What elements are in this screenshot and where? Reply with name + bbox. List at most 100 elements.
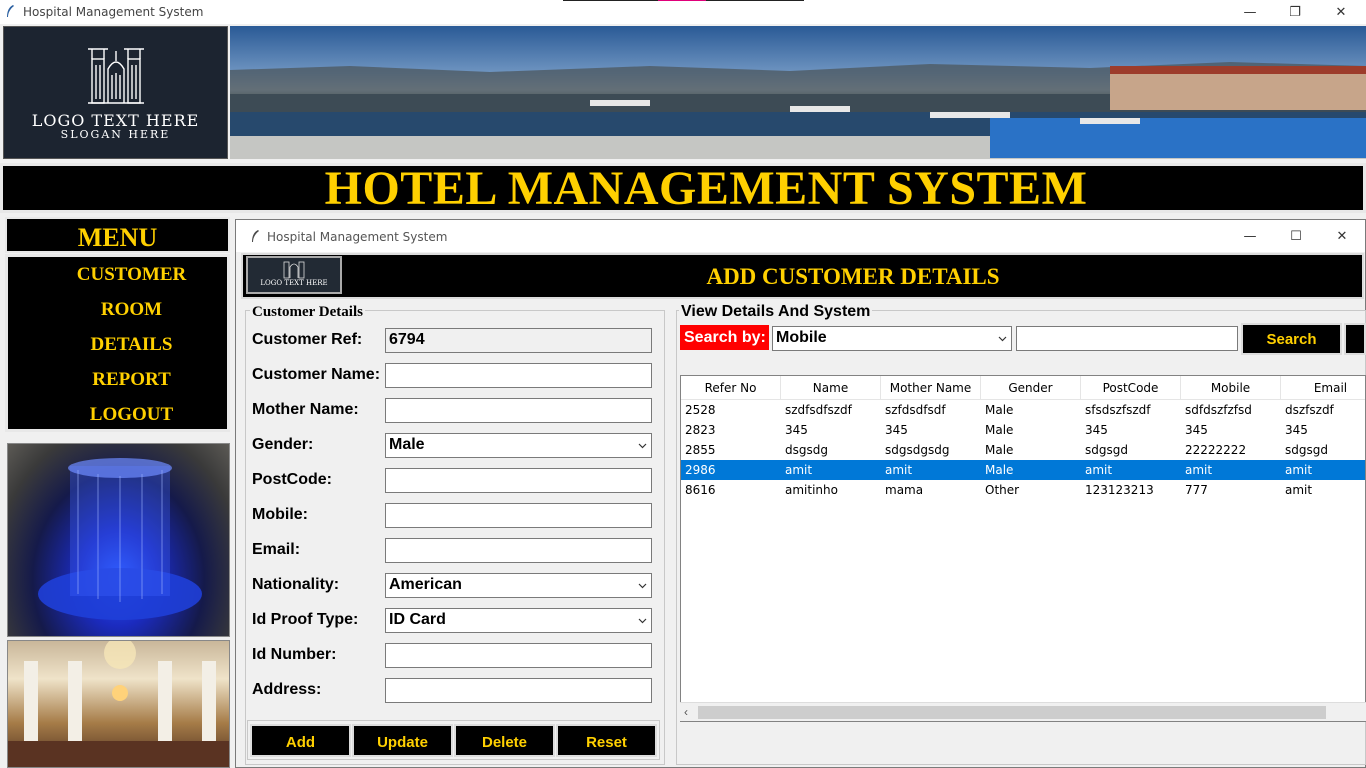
menu-details-button[interactable]: DETAILS bbox=[8, 334, 227, 356]
delete-button[interactable]: Delete bbox=[454, 724, 555, 757]
menu-customer-button[interactable]: CUSTOMER bbox=[8, 264, 227, 286]
table-cell: sfsdszfszdf bbox=[1085, 403, 1151, 417]
table-cell: amit bbox=[1285, 463, 1313, 477]
table-row[interactable]: 2823 345 345 Male 345 345 345 bbox=[681, 420, 1365, 440]
table-cell: 345 bbox=[1185, 423, 1208, 437]
add-button[interactable]: Add bbox=[250, 724, 351, 757]
table-cell: sdgsgd bbox=[1285, 443, 1328, 457]
reset-button[interactable]: Reset bbox=[556, 724, 657, 757]
fountain-image bbox=[7, 443, 230, 637]
menu-room-button[interactable]: ROOM bbox=[8, 299, 227, 321]
search-input[interactable] bbox=[1016, 326, 1238, 351]
inner-maximize-button[interactable]: ☐ bbox=[1273, 224, 1319, 248]
table-header: Refer No Name Mother Name Gender PostCod… bbox=[681, 376, 1365, 400]
logo-slogan: SLOGAN HERE bbox=[60, 128, 171, 141]
email-field[interactable] bbox=[385, 538, 652, 563]
address-field[interactable] bbox=[385, 678, 652, 703]
building-logo-icon bbox=[88, 48, 144, 104]
table-cell: 22222222 bbox=[1185, 443, 1247, 457]
table-cell: szdfsdfszdf bbox=[785, 403, 852, 417]
search-button[interactable]: Search bbox=[1241, 323, 1342, 355]
window-title: Hospital Management System bbox=[23, 5, 204, 19]
email-label: Email: bbox=[252, 541, 301, 558]
address-label: Address: bbox=[252, 681, 322, 698]
mobile-field[interactable] bbox=[385, 503, 652, 528]
table-cell: amitinho bbox=[785, 483, 838, 497]
table-cell: sdfdszfzfsd bbox=[1185, 403, 1252, 417]
mother-name-field[interactable] bbox=[385, 398, 652, 423]
customer-name-label: Customer Name: bbox=[252, 366, 381, 383]
column-header-postcode[interactable]: PostCode bbox=[1081, 376, 1181, 400]
column-header-refer-no[interactable]: Refer No bbox=[681, 376, 781, 400]
update-button[interactable]: Update bbox=[352, 724, 453, 757]
scrollbar-thumb[interactable] bbox=[698, 706, 1326, 719]
id-proof-type-select[interactable]: ID Card bbox=[385, 608, 652, 633]
feather-app-icon bbox=[252, 230, 259, 242]
logo: LOGO TEXT HERE SLOGAN HERE bbox=[3, 26, 228, 159]
banner-scenery bbox=[230, 62, 1366, 159]
id-number-field[interactable] bbox=[385, 643, 652, 668]
table-cell: amit bbox=[1285, 483, 1313, 497]
postcode-label: PostCode: bbox=[252, 471, 332, 488]
customer-heading: ADD CUSTOMER DETAILS bbox=[706, 264, 1000, 289]
inner-minimize-button[interactable]: — bbox=[1227, 224, 1273, 248]
table-row-selected[interactable]: 2986 amit amit Male amit amit amit bbox=[681, 460, 1365, 480]
nationality-select[interactable]: American bbox=[385, 573, 652, 598]
table-cell: amit bbox=[885, 463, 913, 477]
postcode-field[interactable] bbox=[385, 468, 652, 493]
customer-details-legend: Customer Details bbox=[250, 304, 365, 321]
column-header-mother-name[interactable]: Mother Name bbox=[881, 376, 981, 400]
table-row[interactable]: 2528 szdfsdfszdf szfdsdfsdf Male sfsdszf… bbox=[681, 400, 1365, 420]
view-details-legend: View Details And System bbox=[679, 303, 873, 321]
table-cell: sdgsdgsdg bbox=[885, 443, 950, 457]
customer-window-titlebar: Hospital Management System — ☐ ✕ bbox=[236, 220, 1365, 252]
table-cell: Male bbox=[985, 423, 1014, 437]
table-cell: szfdsdfsdf bbox=[885, 403, 946, 417]
customer-ref-field[interactable]: 6794 bbox=[385, 328, 652, 353]
table-cell: 345 bbox=[1285, 423, 1308, 437]
customer-header: LOGO TEXT HERE ADD CUSTOMER DETAILS bbox=[241, 253, 1364, 299]
column-header-gender[interactable]: Gender bbox=[981, 376, 1081, 400]
menu-report-button[interactable]: REPORT bbox=[8, 369, 227, 391]
menu-panel: CUSTOMER ROOM DETAILS REPORT LOGOUT bbox=[5, 254, 230, 432]
small-logo-text: LOGO TEXT HERE bbox=[260, 279, 328, 287]
id-proof-type-label: Id Proof Type: bbox=[252, 611, 359, 628]
gender-label: Gender: bbox=[252, 436, 314, 453]
restore-button[interactable]: ❐ bbox=[1272, 0, 1318, 24]
search-by-select-value: Mobile bbox=[776, 329, 827, 346]
horizontal-scrollbar[interactable]: ‹ bbox=[680, 702, 1366, 721]
search-by-select[interactable]: Mobile bbox=[772, 326, 1012, 351]
nationality-select-value: American bbox=[389, 576, 462, 593]
menu-logout-button[interactable]: LOGOUT bbox=[8, 404, 227, 426]
scroll-left-icon[interactable]: ‹ bbox=[684, 705, 688, 719]
table-cell: sdgsgd bbox=[1085, 443, 1128, 457]
mobile-label: Mobile: bbox=[252, 506, 308, 523]
customer-name-field[interactable] bbox=[385, 363, 652, 388]
gender-select[interactable]: Male bbox=[385, 433, 652, 458]
inner-close-button[interactable]: ✕ bbox=[1319, 224, 1365, 248]
table-row[interactable]: 8616 amitinho mama Other 123123213 777 a… bbox=[681, 480, 1365, 500]
id-number-label: Id Number: bbox=[252, 646, 337, 663]
table-cell: Male bbox=[985, 463, 1014, 477]
table-cell: dsgsdg bbox=[785, 443, 828, 457]
main-title-bar: HOTEL MANAGEMENT SYSTEM bbox=[0, 162, 1366, 215]
chevron-down-icon bbox=[638, 583, 647, 589]
minimize-button[interactable]: — bbox=[1227, 0, 1273, 24]
show-all-button[interactable] bbox=[1344, 323, 1366, 355]
table-row[interactable]: 2855 dsgsdg sdgsdgsdg Male sdgsgd 222222… bbox=[681, 440, 1365, 460]
column-header-mobile[interactable]: Mobile bbox=[1181, 376, 1281, 400]
table-cell: Male bbox=[985, 443, 1014, 457]
chevron-down-icon bbox=[998, 336, 1007, 342]
menu-title: MENU bbox=[5, 217, 230, 253]
table-cell: 345 bbox=[1085, 423, 1108, 437]
column-header-name[interactable]: Name bbox=[781, 376, 881, 400]
gender-select-value: Male bbox=[389, 436, 425, 453]
table-cell: 2855 bbox=[685, 443, 716, 457]
table-cell: Male bbox=[985, 403, 1014, 417]
customer-ref-label: Customer Ref: bbox=[252, 331, 363, 348]
customer-table[interactable]: Refer No Name Mother Name Gender PostCod… bbox=[680, 375, 1366, 722]
close-button[interactable]: ✕ bbox=[1318, 0, 1364, 24]
window-titlebar: Hospital Management System — ❐ ✕ bbox=[0, 0, 1366, 24]
table-cell: 777 bbox=[1185, 483, 1208, 497]
column-header-email[interactable]: Email bbox=[1281, 376, 1365, 400]
